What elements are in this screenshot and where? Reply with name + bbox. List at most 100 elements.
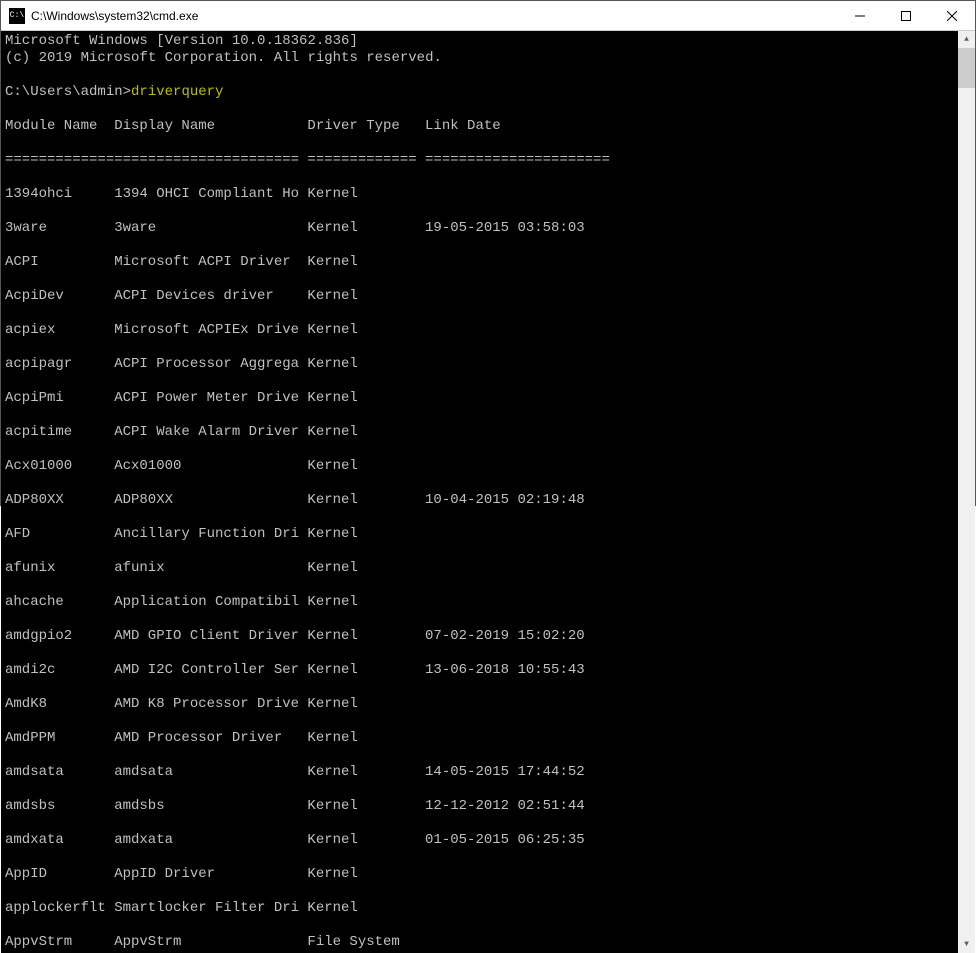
display-name: ACPI Power Meter Drive [114,390,307,407]
module-name: acpitime [5,424,114,441]
module-name: 3ware [5,220,114,237]
module-name: AcpiDev [5,288,114,305]
module-name: 1394ohci [5,186,114,203]
module-name: amdgpio2 [5,628,114,645]
scroll-up-button[interactable]: ▲ [958,31,975,48]
driver-type: Kernel [307,866,425,883]
prompt-path: C:\Users\admin> [5,84,131,100]
display-name: Microsoft ACPIEx Drive [114,322,307,339]
module-name: acpiex [5,322,114,339]
table-row: AppvStrmAppvStrmFile System [5,934,954,951]
driver-type: Kernel [307,390,425,407]
display-name: ACPI Processor Aggrega [114,356,307,373]
display-name: ADP80XX [114,492,307,509]
link-date: 14-05-2015 17:44:52 [425,764,585,781]
driver-type: Kernel [307,458,425,475]
table-row: AcpiPmiACPI Power Meter DriveKernel [5,390,954,407]
display-name: AMD K8 Processor Drive [114,696,307,713]
scroll-down-button[interactable]: ▼ [958,936,975,953]
table-row: AFDAncillary Function DriKernel [5,526,954,543]
display-name: amdxata [114,832,307,849]
driver-type: Kernel [307,764,425,781]
table-row: 3ware3wareKernel19-05-2015 03:58:03 [5,220,954,237]
driver-type: Kernel [307,220,425,237]
module-name: AppID [5,866,114,883]
driver-type: Kernel [307,628,425,645]
driver-type: Kernel [307,696,425,713]
display-name: 3ware [114,220,307,237]
table-row: amdxataamdxataKernel01-05-2015 06:25:35 [5,832,954,849]
driver-type: Kernel [307,832,425,849]
display-name: AMD Processor Driver [114,730,307,747]
display-name: afunix [114,560,307,577]
module-name: amdsata [5,764,114,781]
module-name: ADP80XX [5,492,114,509]
driver-type: Kernel [307,798,425,815]
scroll-thumb[interactable] [958,48,975,88]
module-name: AFD [5,526,114,543]
driver-type: Kernel [307,560,425,577]
table-row: AcpiDevACPI Devices driverKernel [5,288,954,305]
display-name: AppID Driver [114,866,307,883]
driver-type: File System [307,934,425,951]
display-name: Ancillary Function Dri [114,526,307,543]
cmd-window: C:\ C:\Windows\system32\cmd.exe Microsof… [0,0,976,506]
table-row: AppIDAppID DriverKernel [5,866,954,883]
table-row: ADP80XXADP80XXKernel10-04-2015 02:19:48 [5,492,954,509]
table-row: 1394ohci1394 OHCI Compliant HoKernel [5,186,954,203]
display-name: Application Compatibil [114,594,307,611]
driver-type: Kernel [307,526,425,543]
minimize-button[interactable] [837,1,883,31]
module-name: Acx01000 [5,458,114,475]
module-name: afunix [5,560,114,577]
table-row: acpitimeACPI Wake Alarm DriverKernel [5,424,954,441]
driver-type: Kernel [307,186,425,203]
module-name: ahcache [5,594,114,611]
module-name: ACPI [5,254,114,271]
module-name: AmdPPM [5,730,114,747]
link-date: 13-06-2018 10:55:43 [425,662,585,679]
table-row: acpiexMicrosoft ACPIEx DriveKernel [5,322,954,339]
display-name: AppvStrm [114,934,307,951]
driver-type: Kernel [307,492,425,509]
close-button[interactable] [929,1,975,31]
driver-type: Kernel [307,424,425,441]
display-name: AMD GPIO Client Driver [114,628,307,645]
cmd-icon: C:\ [9,8,25,24]
display-name: Microsoft ACPI Driver [114,254,307,271]
driver-type: Kernel [307,662,425,679]
module-name: amdi2c [5,662,114,679]
table-row: ahcacheApplication CompatibilKernel [5,594,954,611]
display-name: AMD I2C Controller Ser [114,662,307,679]
display-name: ACPI Wake Alarm Driver [114,424,307,441]
terminal-output[interactable]: Microsoft Windows [Version 10.0.18362.83… [1,31,958,953]
prompt-command: driverquery [131,84,223,100]
table-row: amdsataamdsataKernel14-05-2015 17:44:52 [5,764,954,781]
table-row: acpipagrACPI Processor AggregaKernel [5,356,954,373]
driver-type: Kernel [307,730,425,747]
vertical-scrollbar[interactable]: ▲ ▼ [958,31,975,953]
table-header: Module NameDisplay NameDriver TypeLink D… [5,118,954,135]
display-name: amdsbs [114,798,307,815]
driver-type: Kernel [307,900,425,917]
module-name: AmdK8 [5,696,114,713]
module-name: amdxata [5,832,114,849]
table-row: amdsbsamdsbsKernel12-12-2012 02:51:44 [5,798,954,815]
link-date: 10-04-2015 02:19:48 [425,492,585,509]
titlebar[interactable]: C:\ C:\Windows\system32\cmd.exe [1,1,975,31]
maximize-button[interactable] [883,1,929,31]
module-name: applockerflt [5,900,114,917]
version-line: Microsoft Windows [Version 10.0.18362.83… [5,33,358,49]
display-name: 1394 OHCI Compliant Ho [114,186,307,203]
chevron-up-icon: ▲ [964,35,969,44]
display-name: Acx01000 [114,458,307,475]
link-date: 12-12-2012 02:51:44 [425,798,585,815]
display-name: Smartlocker Filter Dri [114,900,307,917]
link-date: 01-05-2015 06:25:35 [425,832,585,849]
display-name: ACPI Devices driver [114,288,307,305]
module-name: AcpiPmi [5,390,114,407]
table-row: amdi2cAMD I2C Controller SerKernel13-06-… [5,662,954,679]
module-name: acpipagr [5,356,114,373]
table-row: AmdK8AMD K8 Processor DriveKernel [5,696,954,713]
module-name: AppvStrm [5,934,114,951]
